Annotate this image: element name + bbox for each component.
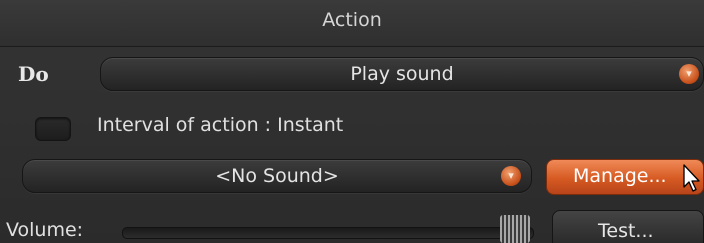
volume-label: Volume: — [6, 219, 84, 241]
do-label: Do — [18, 62, 49, 86]
chevron-down-icon[interactable]: ▾ — [679, 64, 699, 84]
interval-label: Interval of action : Instant — [97, 114, 344, 136]
manage-button[interactable]: Manage... — [546, 159, 704, 195]
test-button[interactable]: Test... — [552, 210, 704, 243]
mouse-cursor-icon — [683, 164, 700, 192]
action-dropdown[interactable]: Play sound ▾ — [100, 57, 704, 91]
sound-dropdown-value: <No Sound> — [215, 165, 339, 187]
panel-title: Action — [322, 9, 382, 31]
sound-dropdown[interactable]: <No Sound> ▾ — [22, 159, 532, 193]
interval-checkbox[interactable] — [35, 117, 71, 141]
manage-button-label: Manage... — [573, 165, 667, 187]
panel-header: Action — [0, 0, 704, 47]
action-panel: Action Do Play sound ▾ Interval of actio… — [0, 0, 704, 243]
action-dropdown-value: Play sound — [350, 63, 454, 85]
volume-slider-handle[interactable] — [500, 215, 530, 243]
chevron-down-icon[interactable]: ▾ — [501, 166, 521, 186]
volume-slider[interactable] — [122, 227, 534, 239]
test-button-label: Test... — [598, 220, 654, 242]
